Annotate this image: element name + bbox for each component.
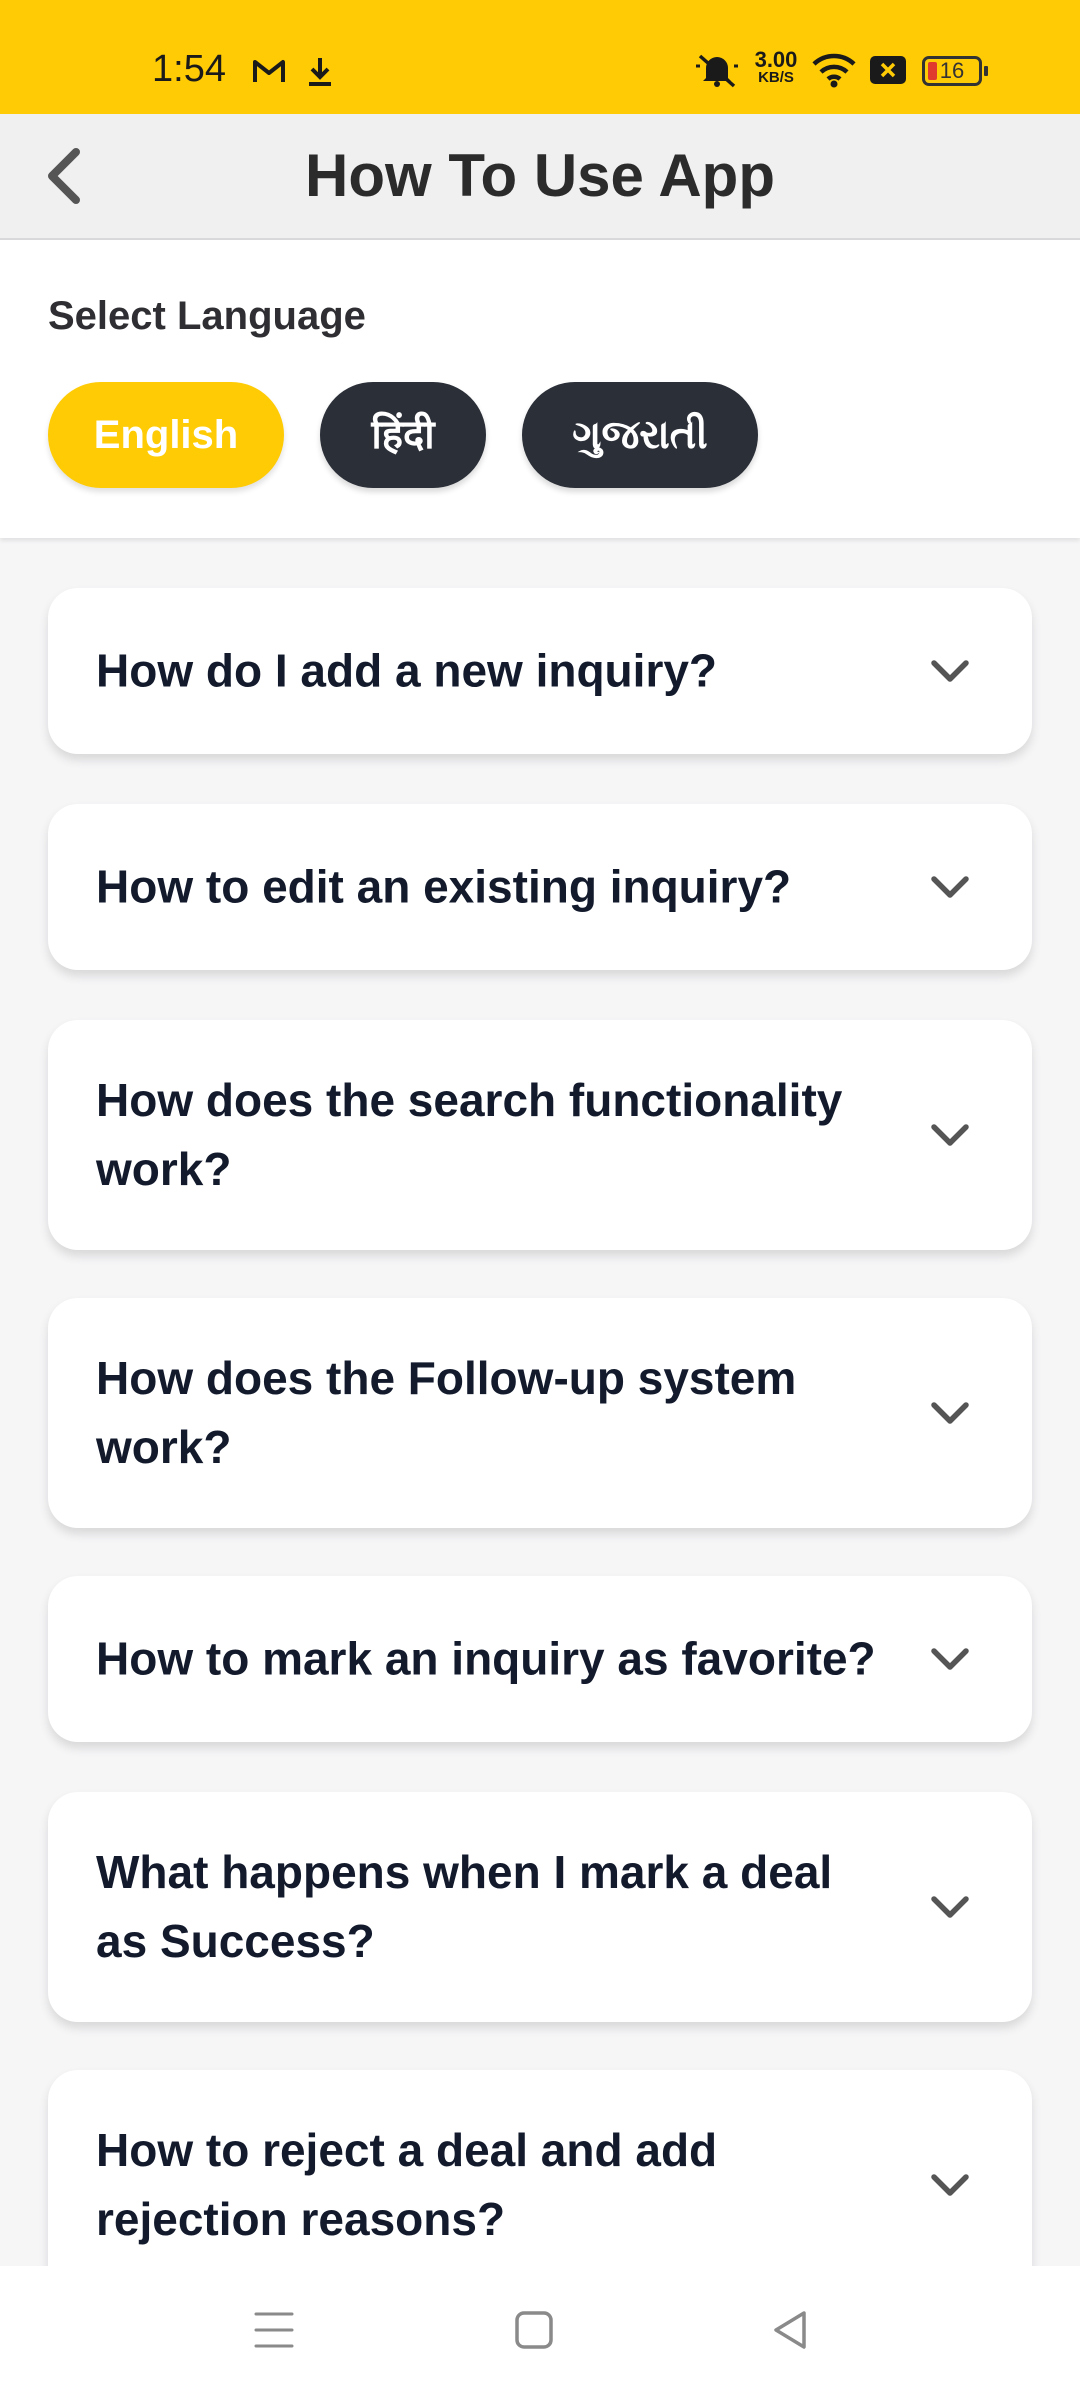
faq-item[interactable]: What happens when I mark a deal as Succe… — [48, 1792, 1032, 2022]
speed-unit: KB/S — [758, 69, 794, 86]
faq-question: How to mark an inquiry as favorite? — [96, 1632, 876, 1685]
faq-question: How does the search functionality work? — [96, 1074, 843, 1195]
faq-question: How to reject a deal and add rejection r… — [96, 2124, 718, 2245]
home-square-icon[interactable] — [514, 2308, 554, 2352]
gmail-icon — [253, 60, 285, 82]
language-section: Select Language English हिंदी ગુજરાતી — [0, 240, 1080, 538]
battery-level: 16 — [939, 58, 965, 83]
faq-question: How do I add a new inquiry? — [96, 644, 718, 697]
faq-item[interactable]: How does the Follow-up system work? — [48, 1298, 1032, 1528]
menu-icon[interactable] — [254, 2308, 294, 2352]
download-icon — [309, 58, 331, 86]
chevron-down-icon[interactable] — [928, 1117, 972, 1153]
faq-item[interactable]: How do I add a new inquiry? — [48, 588, 1032, 754]
faq-item[interactable]: How to mark an inquiry as favorite? — [48, 1576, 1032, 1742]
language-gujarati-button[interactable]: ગુજરાતી — [522, 382, 758, 488]
wifi-icon — [812, 53, 856, 88]
network-speed: 3.00 KB/S — [748, 49, 804, 86]
language-hindi-button[interactable]: हिंदी — [320, 382, 486, 488]
mute-icon — [696, 54, 738, 88]
back-triangle-icon[interactable] — [770, 2308, 810, 2352]
faq-item[interactable]: How to edit an existing inquiry? — [48, 804, 1032, 970]
chevron-down-icon[interactable] — [928, 869, 972, 905]
faq-question: How does the Follow-up system work? — [96, 1352, 797, 1473]
system-nav-bar — [0, 2266, 1080, 2400]
faq-question: How to edit an existing inquiry? — [96, 860, 792, 913]
faq-question: What happens when I mark a deal as Succe… — [96, 1846, 833, 1967]
status-bar: 1:54 3.00 KB/S 16 — [0, 0, 1080, 114]
close-box-icon — [870, 56, 906, 84]
language-english-button[interactable]: English — [48, 382, 284, 488]
chevron-down-icon[interactable] — [928, 2167, 972, 2203]
faq-item[interactable]: How does the search functionality work? — [48, 1020, 1032, 1250]
chevron-down-icon[interactable] — [928, 1889, 972, 1925]
chevron-down-icon[interactable] — [928, 653, 972, 689]
page-title: How To Use App — [305, 142, 775, 209]
battery-icon: 16 — [922, 56, 988, 86]
app-header: How To Use App — [0, 114, 1080, 240]
status-time: 1:54 — [152, 48, 226, 90]
chevron-down-icon[interactable] — [928, 1641, 972, 1677]
select-language-label: Select Language — [48, 294, 366, 338]
chevron-down-icon[interactable] — [928, 1395, 972, 1431]
